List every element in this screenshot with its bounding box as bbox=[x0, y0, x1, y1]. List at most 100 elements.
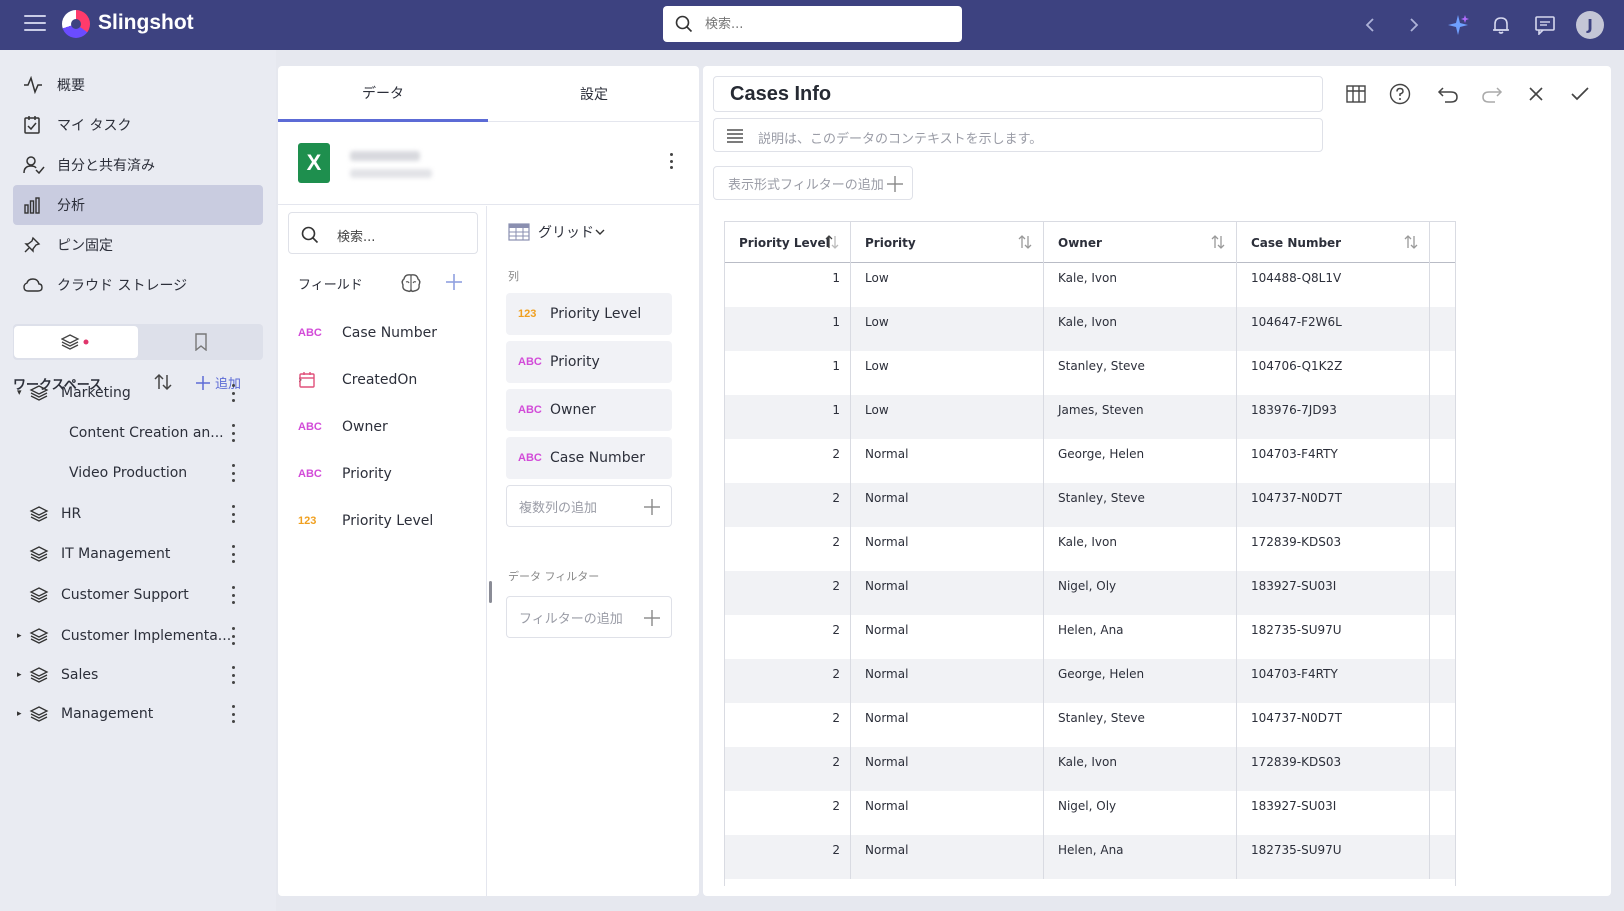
workspace-item[interactable]: ▾ Marketing bbox=[13, 375, 263, 411]
workspace-item[interactable]: ▸ Customer Implementa... bbox=[13, 618, 263, 654]
nav-item-shared-with-me[interactable]: 自分と共有済み bbox=[13, 145, 263, 185]
data-source-owner-redacted bbox=[350, 169, 432, 178]
panel-resize-handle[interactable] bbox=[489, 581, 492, 603]
brain-icon[interactable] bbox=[400, 272, 422, 298]
more-options-icon[interactable] bbox=[231, 705, 235, 723]
table-row[interactable]: 1 Low Kale, Ivon 104488-Q8L1V bbox=[725, 263, 1455, 307]
back-arrow-icon[interactable] bbox=[1356, 11, 1384, 39]
sort-ascending-icon[interactable] bbox=[824, 234, 840, 250]
viz-title-input[interactable]: Cases Info bbox=[713, 76, 1323, 112]
tab-settings[interactable]: 設定 bbox=[489, 66, 699, 122]
ai-sparkle-icon[interactable] bbox=[1444, 11, 1472, 39]
user-avatar[interactable]: J bbox=[1576, 11, 1604, 39]
more-options-icon[interactable] bbox=[231, 545, 235, 563]
caret-down-icon[interactable]: ▾ bbox=[17, 388, 27, 398]
column-priority-level[interactable]: 123 Priority Level bbox=[506, 293, 672, 335]
table-row[interactable]: 2 Normal Stanley, Steve 104737-N0D7T bbox=[725, 483, 1455, 527]
field-priority[interactable]: ABC Priority bbox=[298, 462, 392, 486]
table-view-icon[interactable] bbox=[1342, 80, 1370, 108]
more-options-icon[interactable] bbox=[231, 586, 235, 604]
redo-icon[interactable] bbox=[1478, 80, 1506, 108]
table-row[interactable]: 2 Normal Kale, Ivon 172839-KDS03 bbox=[725, 747, 1455, 791]
field-search[interactable]: 検索... bbox=[288, 212, 478, 254]
workspace-item[interactable]: ▸ Management bbox=[13, 696, 263, 732]
more-options-icon[interactable] bbox=[231, 424, 235, 442]
sort-icon[interactable] bbox=[1210, 234, 1226, 250]
fields-header: フィールド bbox=[298, 278, 363, 293]
global-search[interactable] bbox=[663, 6, 962, 42]
more-options-icon[interactable] bbox=[231, 666, 235, 684]
more-options-icon[interactable] bbox=[231, 505, 235, 523]
top-bar: Slingshot J bbox=[0, 0, 1624, 50]
nav-item-overview[interactable]: 概要 bbox=[13, 65, 263, 105]
nav-item-cloud-storage[interactable]: クラウド ストレージ bbox=[13, 265, 263, 305]
column-priority[interactable]: ABC Priority bbox=[506, 341, 672, 383]
table-cell: Kale, Ivon bbox=[1044, 527, 1237, 571]
table-row[interactable]: 1 Low James, Steven 183976-7JD93 bbox=[725, 395, 1455, 439]
nav-item-my-tasks[interactable]: マイ タスク bbox=[13, 105, 263, 145]
table-row[interactable]: 2 Normal Helen, Ana 182735-SU97U bbox=[725, 615, 1455, 659]
nav-item-analytics[interactable]: 分析 bbox=[13, 185, 263, 225]
table-cell: George, Helen bbox=[1044, 439, 1237, 483]
workspace-item[interactable]: Customer Support bbox=[13, 577, 263, 613]
check-icon[interactable] bbox=[1566, 80, 1594, 108]
column-case-number[interactable]: ABC Case Number bbox=[506, 437, 672, 479]
table-row[interactable]: 2 Normal Nigel, Oly 183927-SU03I bbox=[725, 791, 1455, 835]
column-header[interactable]: Priority bbox=[851, 222, 1044, 263]
tab-workspaces[interactable] bbox=[14, 326, 138, 358]
caret-right-icon[interactable]: ▸ bbox=[17, 670, 27, 680]
chat-icon[interactable] bbox=[1531, 11, 1559, 39]
sort-icon[interactable] bbox=[1017, 234, 1033, 250]
chart-icon bbox=[23, 196, 51, 214]
table-row[interactable]: 2 Normal Kale, Ivon 172839-KDS03 bbox=[725, 527, 1455, 571]
tab-bookmarks[interactable] bbox=[139, 326, 263, 358]
undo-icon[interactable] bbox=[1434, 80, 1462, 108]
workspace-name: Customer Implementa... bbox=[61, 628, 232, 644]
add-visualization-filter-button[interactable]: 表示形式フィルターの追加 bbox=[713, 166, 913, 200]
workspace-item[interactable]: Video Production bbox=[13, 455, 263, 491]
column-owner[interactable]: ABC Owner bbox=[506, 389, 672, 431]
table-row[interactable]: 1 Low Kale, Ivon 104647-F2W6L bbox=[725, 307, 1455, 351]
table-row[interactable]: 2 Normal Helen, Ana 182735-SU97U bbox=[725, 835, 1455, 879]
table-cell: Low bbox=[851, 351, 1044, 395]
forward-arrow-icon[interactable] bbox=[1400, 11, 1428, 39]
global-search-input[interactable] bbox=[705, 14, 945, 34]
field-case-number[interactable]: ABC Case Number bbox=[298, 321, 437, 345]
field-created-on[interactable]: CreatedOn bbox=[298, 368, 417, 392]
table-row[interactable]: 1 Low Stanley, Steve 104706-Q1K2Z bbox=[725, 351, 1455, 395]
table-cell: 104706-Q1K2Z bbox=[1237, 351, 1430, 395]
table-row[interactable]: 2 Normal Nigel, Oly 183927-SU03I bbox=[725, 571, 1455, 615]
add-columns-button[interactable]: 複数列の追加 bbox=[506, 485, 672, 527]
field-priority-level[interactable]: 123 Priority Level bbox=[298, 509, 433, 533]
viz-type-selector[interactable]: グリッド bbox=[508, 222, 606, 242]
more-options-icon[interactable] bbox=[231, 627, 235, 645]
workspace-item[interactable]: ▸ Sales bbox=[13, 657, 263, 693]
table-row[interactable]: 2 Normal George, Helen 104703-F4RTY bbox=[725, 659, 1455, 703]
table-row[interactable]: 2 Normal George, Helen 104703-F4RTY bbox=[725, 439, 1455, 483]
bell-icon[interactable] bbox=[1487, 11, 1515, 39]
table-cell: Normal bbox=[851, 791, 1044, 835]
more-options-icon[interactable] bbox=[231, 384, 235, 402]
add-field-icon[interactable] bbox=[444, 272, 464, 296]
field-owner[interactable]: ABC Owner bbox=[298, 415, 388, 439]
sort-icon[interactable] bbox=[1403, 234, 1419, 250]
nav-item-pinned[interactable]: ピン固定 bbox=[13, 225, 263, 265]
viz-description-input[interactable]: 説明は、このデータのコンテキストを示します。 bbox=[713, 118, 1323, 152]
hamburger-menu-icon[interactable] bbox=[24, 15, 46, 33]
caret-right-icon[interactable]: ▸ bbox=[17, 709, 27, 719]
column-header[interactable]: Owner bbox=[1044, 222, 1237, 263]
close-icon[interactable] bbox=[1522, 80, 1550, 108]
workspace-item[interactable]: Content Creation an... bbox=[13, 415, 263, 451]
layers-icon bbox=[29, 666, 51, 684]
more-options-icon[interactable] bbox=[231, 464, 235, 482]
caret-right-icon[interactable]: ▸ bbox=[17, 631, 27, 641]
add-filter-button[interactable]: フィルターの追加 bbox=[506, 596, 672, 638]
more-options-icon[interactable] bbox=[670, 153, 674, 169]
workspace-item[interactable]: IT Management bbox=[13, 536, 263, 572]
table-row[interactable]: 2 Normal Stanley, Steve 104737-N0D7T bbox=[725, 703, 1455, 747]
tab-data[interactable]: データ bbox=[278, 66, 488, 122]
help-icon[interactable] bbox=[1386, 80, 1414, 108]
column-header[interactable]: Priority Level bbox=[725, 222, 851, 263]
column-header[interactable]: Case Number bbox=[1237, 222, 1430, 263]
workspace-item[interactable]: HR bbox=[13, 496, 263, 532]
